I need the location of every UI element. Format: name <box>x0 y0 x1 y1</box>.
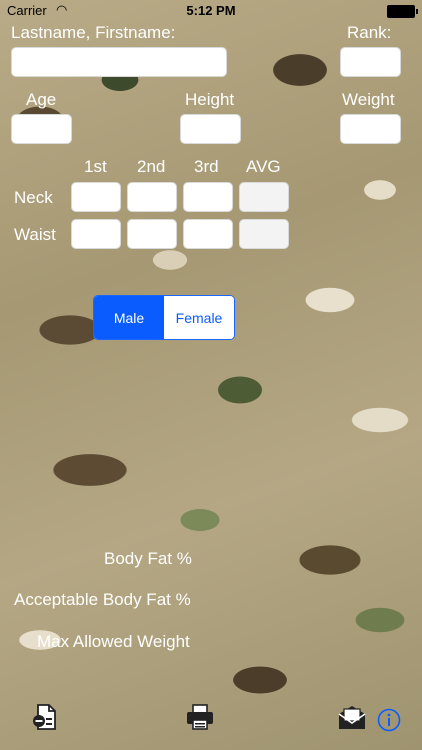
rank-label: Rank: <box>347 23 392 42</box>
info-icon[interactable] <box>376 707 402 733</box>
header-avg: AVG <box>246 157 281 176</box>
header-2nd: 2nd <box>137 157 166 176</box>
document-icon[interactable] <box>28 700 62 734</box>
height-field[interactable] <box>180 114 241 144</box>
gender-segmented-control: Male Female <box>93 295 235 340</box>
waist-label: Waist <box>14 225 56 244</box>
name-field[interactable] <box>11 47 227 77</box>
female-segment[interactable]: Female <box>164 296 234 339</box>
male-segment[interactable]: Male <box>94 296 164 339</box>
neck-label: Neck <box>14 188 53 207</box>
neck-avg-field <box>239 182 289 212</box>
waist-3rd-field[interactable] <box>183 219 233 249</box>
waist-avg-field <box>239 219 289 249</box>
printer-icon[interactable] <box>183 700 217 734</box>
age-field[interactable] <box>11 114 72 144</box>
status-bar: Carrier ◠ 5:12 PM <box>0 0 422 22</box>
status-time: 5:12 PM <box>186 3 236 18</box>
weight-field[interactable] <box>340 114 401 144</box>
neck-1st-field[interactable] <box>71 182 121 212</box>
app-screen: Carrier ◠ 5:12 PM Lastname, Firstname: R… <box>0 0 422 750</box>
weight-label: Weight <box>342 90 395 109</box>
header-3rd: 3rd <box>194 157 219 176</box>
height-label: Height <box>185 90 235 109</box>
mail-icon[interactable] <box>335 701 369 733</box>
age-label: Age <box>26 90 57 109</box>
body-fat-label: Body Fat % <box>104 549 192 568</box>
neck-2nd-field[interactable] <box>127 182 177 212</box>
waist-1st-field[interactable] <box>71 219 121 249</box>
battery-icon <box>387 5 418 18</box>
neck-3rd-field[interactable] <box>183 182 233 212</box>
rank-field[interactable] <box>340 47 401 77</box>
name-label: Lastname, Firstname: <box>11 23 176 42</box>
header-1st: 1st <box>84 157 107 176</box>
waist-2nd-field[interactable] <box>127 219 177 249</box>
max-allowed-weight-label: Max Allowed Weight <box>37 632 190 651</box>
acceptable-body-fat-label: Acceptable Body Fat % <box>14 590 191 609</box>
